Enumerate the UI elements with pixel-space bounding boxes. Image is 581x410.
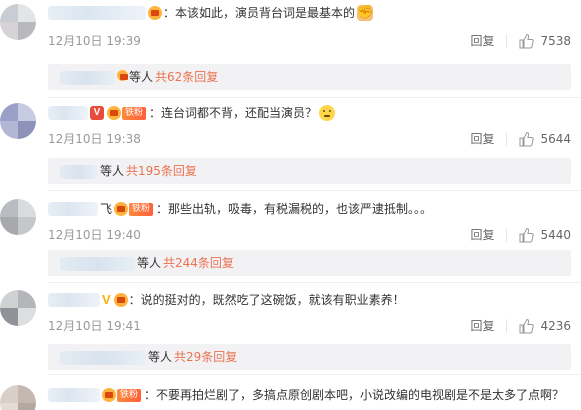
reply-etc: 等人 xyxy=(148,350,173,364)
like-button[interactable]: 5440 xyxy=(518,225,571,245)
username[interactable] xyxy=(48,6,146,20)
reply-preview[interactable]: 等人 共29条回复 xyxy=(48,344,571,370)
fist-emoji-icon xyxy=(357,3,373,23)
comment-text: ：那些出轨，吸毒，有税漏税的，也该严逮抵制。。。 xyxy=(156,202,433,216)
member-crown-icon xyxy=(102,388,116,402)
divider xyxy=(48,190,581,191)
more-replies-link[interactable]: 共29条回复 xyxy=(174,350,237,364)
like-count: 5440 xyxy=(540,228,571,242)
reply-username[interactable] xyxy=(60,256,135,271)
member-crown-icon xyxy=(107,106,121,120)
like-button[interactable]: 5644 xyxy=(518,129,571,149)
divider xyxy=(48,374,581,375)
member-crown-icon xyxy=(114,202,129,216)
avatar[interactable] xyxy=(0,385,36,410)
like-count: 7538 xyxy=(540,34,571,48)
comment-text: ：本该如此，演员背台词是最基本的 xyxy=(163,6,356,20)
reply-button[interactable]: 回复 xyxy=(470,132,508,146)
fan-badge: 铁粉 xyxy=(117,388,142,402)
verified-v-icon: V xyxy=(90,106,104,120)
thumbs-up-icon xyxy=(519,33,535,49)
thumbs-up-icon xyxy=(519,318,535,334)
member-crown-icon xyxy=(148,6,162,20)
member-crown-icon xyxy=(117,70,128,81)
comment-text: ：说的挺对的，既然吃了这碗饭，就该有职业素养！ xyxy=(128,293,405,307)
member-crown-icon xyxy=(113,293,128,307)
avatar[interactable] xyxy=(0,290,36,326)
username[interactable] xyxy=(48,293,100,307)
avatar[interactable] xyxy=(0,103,36,139)
comment-date: 12月10日 19:40 xyxy=(48,228,141,242)
reply-etc: 等人 xyxy=(129,70,154,84)
thinking-emoji-icon xyxy=(319,105,336,121)
reply-preview[interactable]: 等人 共195条回复 xyxy=(48,158,571,184)
username-fragment[interactable]: 飞 xyxy=(100,199,112,219)
avatar[interactable] xyxy=(0,4,36,40)
reply-preview[interactable]: 等人 共62条回复 xyxy=(48,64,571,90)
avatar[interactable] xyxy=(0,199,36,235)
more-replies-link[interactable]: 共195条回复 xyxy=(126,164,197,178)
reply-username[interactable] xyxy=(60,70,115,85)
like-button[interactable]: 4236 xyxy=(518,316,571,336)
username[interactable] xyxy=(48,388,100,402)
thumbs-up-icon xyxy=(519,131,535,147)
comment-text: ：不要再拍烂剧了，多搞点原创剧本吧，小说改编的电视剧是不是太多了点啊？ xyxy=(144,388,565,402)
more-replies-link[interactable]: 共244条回复 xyxy=(163,256,234,270)
reply-button[interactable]: 回复 xyxy=(470,228,508,242)
reply-username[interactable] xyxy=(60,164,98,179)
fan-badge: 铁粉 xyxy=(129,202,154,216)
reply-preview[interactable]: 等人 共244条回复 xyxy=(48,250,571,276)
like-count: 4236 xyxy=(540,319,571,333)
more-replies-link[interactable]: 共62条回复 xyxy=(155,70,218,84)
username[interactable] xyxy=(48,106,88,120)
like-count: 5644 xyxy=(540,132,571,146)
divider xyxy=(48,97,581,98)
comment-date: 12月10日 19:41 xyxy=(48,319,141,333)
reply-username[interactable] xyxy=(60,350,146,365)
comment-date: 12月10日 19:38 xyxy=(48,132,141,146)
reply-button[interactable]: 回复 xyxy=(470,319,508,333)
thumbs-up-icon xyxy=(519,227,535,243)
comment-text: ：连台词都不背，还配当演员？ xyxy=(149,106,318,120)
reply-button[interactable]: 回复 xyxy=(470,34,508,48)
reply-etc: 等人 xyxy=(100,164,125,178)
verified-v-icon: V xyxy=(102,292,111,307)
username[interactable] xyxy=(48,202,98,216)
divider xyxy=(48,282,581,283)
fan-badge: 铁粉 xyxy=(122,106,147,120)
comment-date: 12月10日 19:39 xyxy=(48,34,141,48)
comment-list: ：本该如此，演员背台词是最基本的 12月10日 19:39 回复 7538 等人… xyxy=(0,0,581,410)
like-button[interactable]: 7538 xyxy=(518,31,571,51)
reply-etc: 等人 xyxy=(137,256,162,270)
